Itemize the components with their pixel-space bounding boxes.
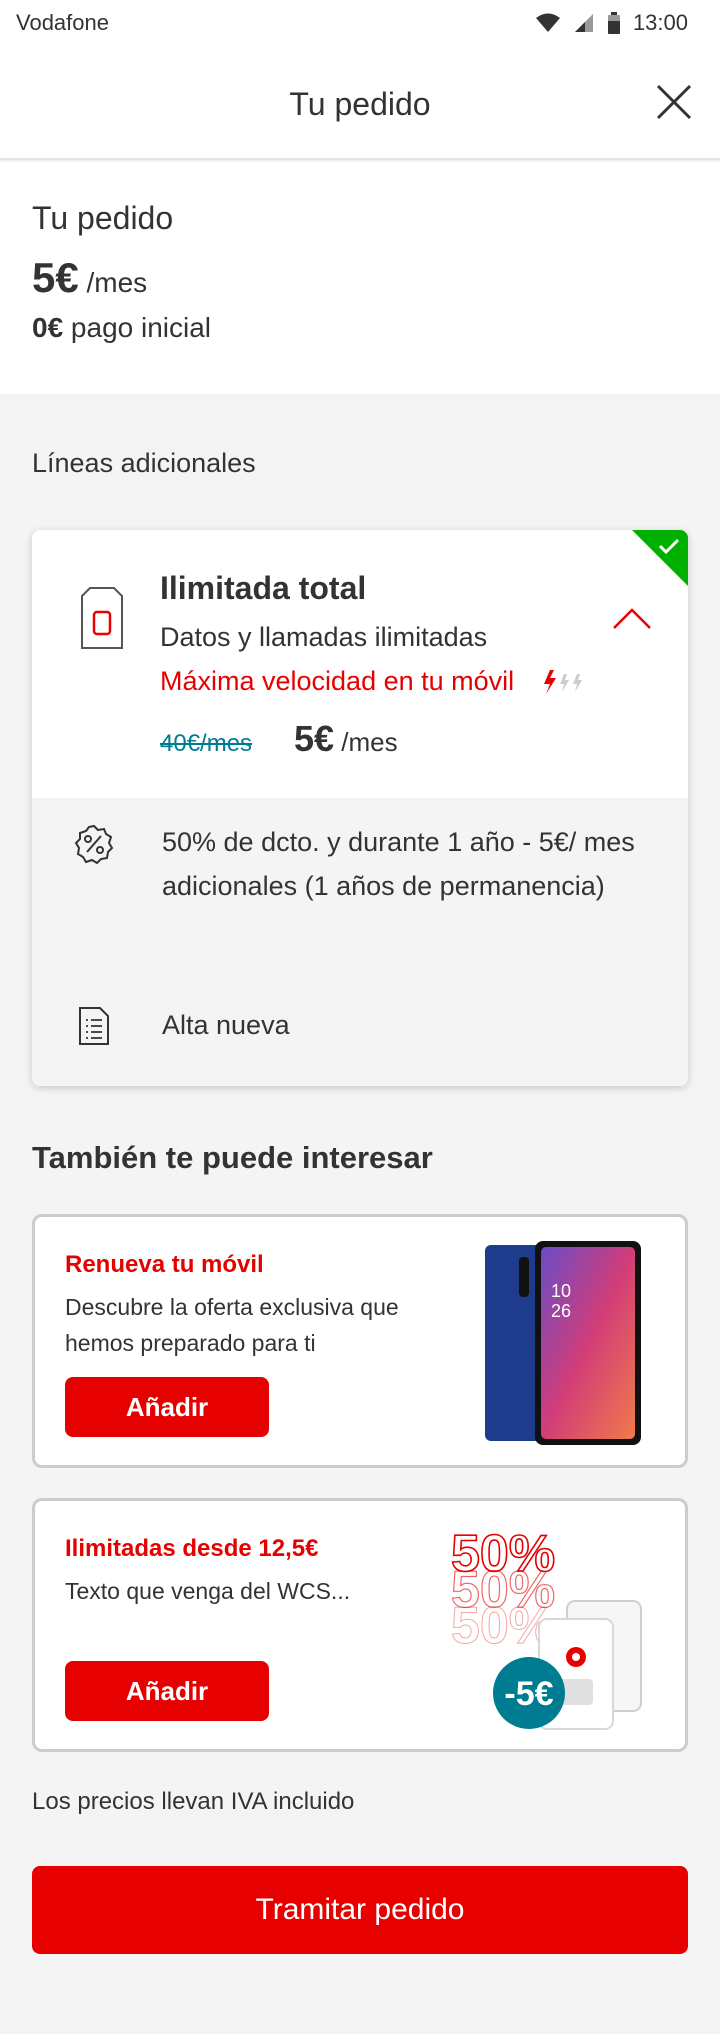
phone-screen-hour: 10 — [551, 1281, 571, 1301]
carrier-name: Vodafone — [16, 10, 109, 35]
status-time: 13:00 — [632, 10, 688, 35]
summary-initial-payment: 0€ pago inicial — [32, 312, 211, 344]
plan-card[interactable]: Ilimitada total Datos y llamadas ilimita… — [32, 530, 688, 1086]
plan-description: Datos y llamadas ilimitadas — [160, 622, 488, 652]
summary-title: Tu pedido — [32, 200, 174, 236]
fifty-percent-promo-image: 50% 50% 50% -5€ — [450, 1524, 642, 1730]
promo-title: Ilimitadas desde 12,5€ — [65, 1535, 319, 1562]
initial-amount: 0€ — [32, 312, 64, 343]
battery-icon — [607, 12, 620, 34]
contract-type: Alta nueva — [162, 1010, 290, 1040]
document-icon — [79, 1007, 109, 1045]
plan-card-header: Ilimitada total Datos y llamadas ilimita… — [32, 530, 688, 798]
sim-card-icon — [81, 587, 123, 649]
status-bar: Vodafone 13:00 — [0, 0, 720, 50]
promo-card-renew-phone[interactable]: Renueva tu móvil Descubre la oferta excl… — [32, 1214, 688, 1468]
new-price: 5€ /mes — [294, 718, 398, 760]
selected-check-icon — [632, 530, 688, 586]
wifi-icon — [535, 13, 560, 32]
phone-image: 10 26 — [485, 1241, 641, 1445]
summary-monthly-price: 5€ /mes — [32, 254, 147, 302]
discount-text: 50% de dcto. y durante 1 año - 5€/ mes a… — [162, 827, 635, 901]
additional-lines-label: Líneas adicionales — [32, 448, 256, 478]
speed-bolt-icon — [544, 670, 582, 694]
new-price-amount: 5€ — [294, 718, 335, 759]
monthly-amount: 5€ — [32, 254, 79, 301]
promo-card-unlimited[interactable]: Ilimitadas desde 12,5€ Texto que venga d… — [32, 1498, 688, 1752]
header: Tu pedido — [0, 50, 720, 160]
new-price-unit: /mes — [334, 727, 398, 757]
signal-icon — [574, 14, 593, 32]
close-icon[interactable] — [652, 80, 696, 124]
promo-description: Descubre la oferta exclusiva que hemos p… — [65, 1294, 399, 1356]
vat-note: Los precios llevan IVA incluido — [32, 1788, 355, 1815]
plan-speed: Máxima velocidad en tu móvil — [160, 666, 515, 696]
promo-badge-discount: -5€ — [504, 1675, 553, 1713]
add-button[interactable]: Añadir — [65, 1377, 269, 1437]
promo-description: Texto que venga del WCS... — [65, 1578, 351, 1604]
old-price: 40€/mes — [160, 730, 253, 757]
chevron-up-icon[interactable] — [612, 606, 652, 630]
promo-title: Renueva tu móvil — [65, 1251, 264, 1278]
checkout-button[interactable]: Tramitar pedido — [32, 1866, 688, 1954]
discount-percent-icon — [74, 824, 114, 864]
add-button[interactable]: Añadir — [65, 1661, 269, 1721]
initial-label: pago inicial — [63, 312, 212, 343]
order-summary: Tu pedido 5€ /mes 0€ pago inicial — [0, 162, 720, 394]
header-title: Tu pedido — [289, 86, 431, 122]
plan-name: Ilimitada total — [160, 570, 367, 606]
interest-title: También te puede interesar — [32, 1140, 433, 1175]
phone-screen-minute: 26 — [551, 1301, 571, 1321]
monthly-unit: /mes — [78, 267, 148, 298]
status-icons: 13:00 — [535, 10, 688, 36]
